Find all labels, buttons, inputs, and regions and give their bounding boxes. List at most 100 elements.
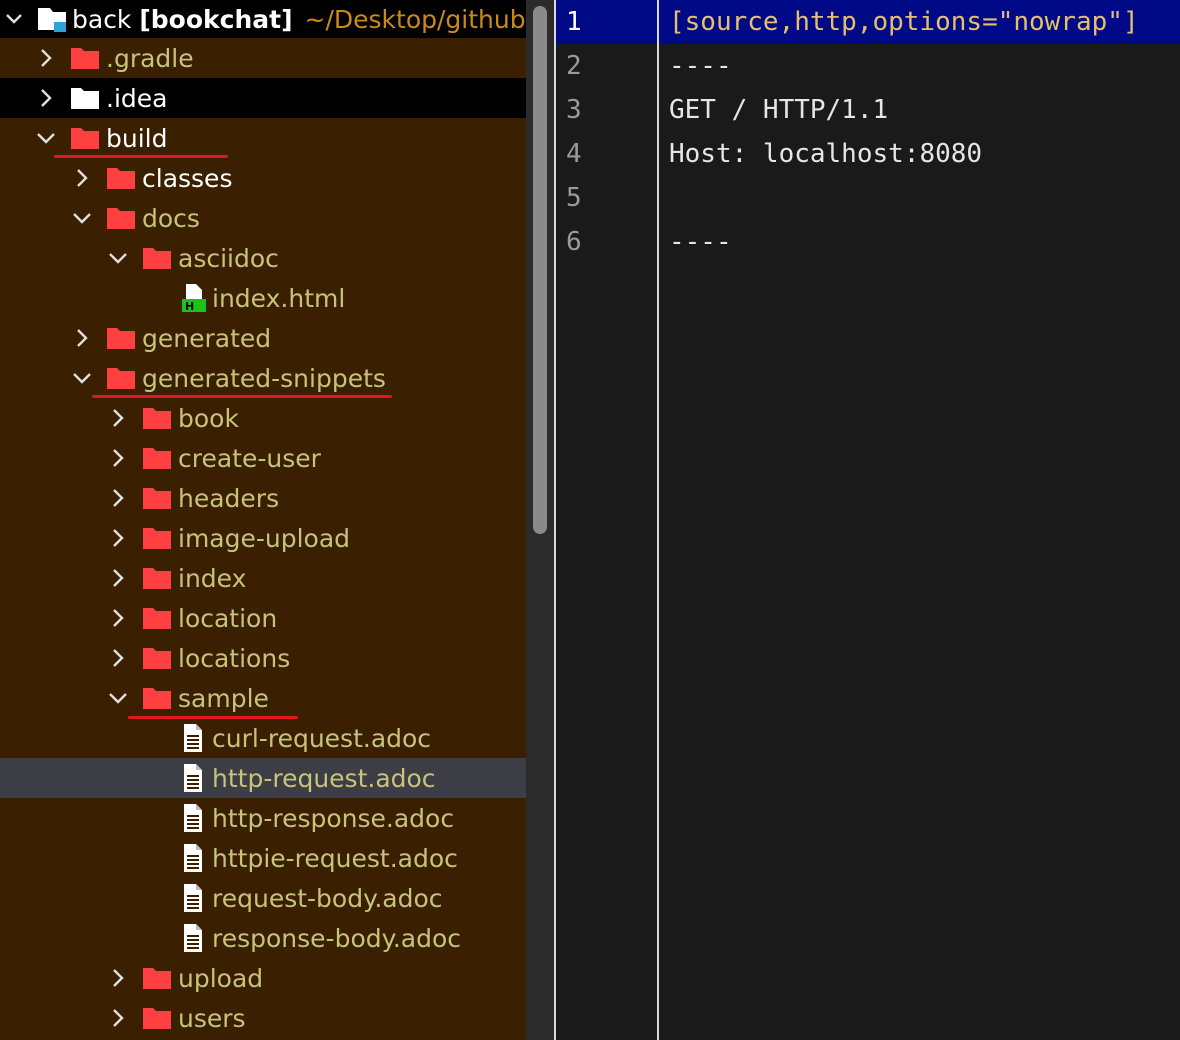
document-file-icon — [180, 803, 206, 833]
chevron-right-icon[interactable] — [106, 406, 130, 430]
tree-item-users[interactable]: users — [0, 998, 526, 1038]
tree-root-row[interactable]: back [bookchat] ~/Desktop/github/b — [0, 0, 526, 38]
tree-item-label: build — [106, 123, 168, 153]
editor-line[interactable]: 6 ---- — [556, 220, 1180, 264]
chevron-right-icon[interactable] — [106, 486, 130, 510]
tree-item-label: users — [178, 1003, 246, 1033]
tree-item-generated[interactable]: generated — [0, 318, 526, 358]
code-text[interactable]: ---- — [657, 51, 732, 81]
editor-line[interactable]: 2 ---- — [556, 44, 1180, 88]
tree-item-idea[interactable]: .idea — [0, 78, 526, 118]
svg-text:H: H — [185, 300, 194, 313]
tree-item-http-request-adoc[interactable]: http-request.adoc — [0, 758, 526, 798]
chevron-right-icon[interactable] — [106, 566, 130, 590]
tree-item-httpie-request-adoc[interactable]: httpie-request.adoc — [0, 838, 526, 878]
line-number: 3 — [566, 95, 582, 125]
tree-item-image-upload[interactable]: image-upload — [0, 518, 526, 558]
tree-item-gradle[interactable]: .gradle — [0, 38, 526, 78]
tree-item-label: docs — [142, 203, 200, 233]
tree-item-http-response-adoc[interactable]: http-response.adoc — [0, 798, 526, 838]
tree-item-generated-snippets[interactable]: generated-snippets — [0, 358, 526, 398]
chevron-down-icon[interactable] — [106, 686, 130, 710]
folder-icon — [70, 126, 100, 150]
annotation-underline-build — [54, 155, 228, 158]
folder-icon — [142, 246, 172, 270]
scrollbar-thumb[interactable] — [533, 6, 547, 534]
tree-item-headers[interactable]: headers — [0, 478, 526, 518]
tree-item-classes[interactable]: classes — [0, 158, 526, 198]
tree-item-label: http-response.adoc — [212, 803, 455, 833]
line-number: 2 — [566, 51, 582, 81]
tree-item-build[interactable]: build — [0, 118, 526, 158]
chevron-down-icon[interactable] — [106, 246, 130, 270]
tree-item-label: http-request.adoc — [212, 763, 436, 793]
code-editor[interactable]: 1 [source,http,options="nowrap"] 2 ---- 3 GET… — [554, 0, 1180, 1040]
project-tree: back [bookchat] ~/Desktop/github/b .grad… — [0, 0, 526, 1040]
tree-item-location[interactable]: location — [0, 598, 526, 638]
tree-item-asciidoc[interactable]: asciidoc — [0, 238, 526, 278]
tree-item-index-html[interactable]: Hindex.html — [0, 278, 526, 318]
chevron-down-icon[interactable] — [34, 126, 58, 150]
tree-item-label: .gradle — [106, 43, 194, 73]
tree-item-label: book — [178, 403, 239, 433]
folder-icon — [106, 206, 136, 230]
annotation-underline-generated-snippets — [92, 395, 392, 398]
tree-item-index[interactable]: index — [0, 558, 526, 598]
folder-icon — [142, 966, 172, 990]
editor-line[interactable]: 4 Host: localhost:8080 — [556, 132, 1180, 176]
tree-item-locations[interactable]: locations — [0, 638, 526, 678]
line-number: 4 — [566, 139, 582, 169]
tree-item-upload[interactable]: upload — [0, 958, 526, 998]
tree-item-docs[interactable]: docs — [0, 198, 526, 238]
chevron-down-icon[interactable] — [2, 7, 26, 31]
chevron-right-icon[interactable] — [34, 86, 58, 110]
tree-item-create-user[interactable]: create-user — [0, 438, 526, 478]
editor-line[interactable]: 5 — [556, 176, 1180, 220]
chevron-right-icon[interactable] — [106, 606, 130, 630]
editor-line[interactable]: 3 GET / HTTP/1.1 — [556, 88, 1180, 132]
line-number: 1 — [566, 7, 582, 37]
document-file-icon — [180, 763, 206, 793]
chevron-right-icon[interactable] — [106, 1006, 130, 1030]
tree-item-label: .idea — [106, 83, 168, 113]
tree-scrollbar[interactable] — [526, 0, 554, 1040]
line-number: 5 — [566, 183, 582, 213]
chevron-right-icon[interactable] — [70, 166, 94, 190]
code-text[interactable]: [source,http,options="nowrap"] — [657, 7, 1139, 37]
chevron-right-icon[interactable] — [106, 446, 130, 470]
code-text[interactable]: Host: localhost:8080 — [657, 139, 982, 169]
folder-icon — [142, 686, 172, 710]
tree-item-request-body-adoc[interactable]: request-body.adoc — [0, 878, 526, 918]
folder-icon — [142, 406, 172, 430]
text-area-divider — [657, 0, 659, 1040]
project-path: ~/Desktop/github/b — [304, 4, 526, 34]
tree-item-response-body-adoc[interactable]: response-body.adoc — [0, 918, 526, 958]
chevron-down-icon[interactable] — [70, 366, 94, 390]
tree-item-label: sample — [178, 683, 269, 713]
document-file-icon — [180, 923, 206, 953]
code-text[interactable]: ---- — [657, 227, 732, 257]
chevron-right-icon[interactable] — [106, 646, 130, 670]
tree-item-book[interactable]: book — [0, 398, 526, 438]
tree-item-sample[interactable]: sample — [0, 678, 526, 718]
tree-item-label: create-user — [178, 443, 321, 473]
tree-item-label: image-upload — [178, 523, 351, 553]
folder-icon — [142, 646, 172, 670]
chevron-right-icon[interactable] — [106, 966, 130, 990]
chevron-right-icon[interactable] — [70, 326, 94, 350]
folder-icon — [70, 46, 100, 70]
chevron-right-icon[interactable] — [34, 46, 58, 70]
document-file-icon — [180, 883, 206, 913]
tree-item-label: httpie-request.adoc — [212, 843, 458, 873]
chevron-down-icon[interactable] — [70, 206, 94, 230]
editor-line[interactable]: 1 [source,http,options="nowrap"] — [556, 0, 1180, 44]
code-text[interactable]: GET / HTTP/1.1 — [657, 95, 888, 125]
chevron-right-icon[interactable] — [106, 526, 130, 550]
tree-item-label: locations — [178, 643, 291, 673]
folder-icon — [70, 86, 100, 110]
tree-item-curl-request-adoc[interactable]: curl-request.adoc — [0, 718, 526, 758]
tree-item-label: upload — [178, 963, 264, 993]
